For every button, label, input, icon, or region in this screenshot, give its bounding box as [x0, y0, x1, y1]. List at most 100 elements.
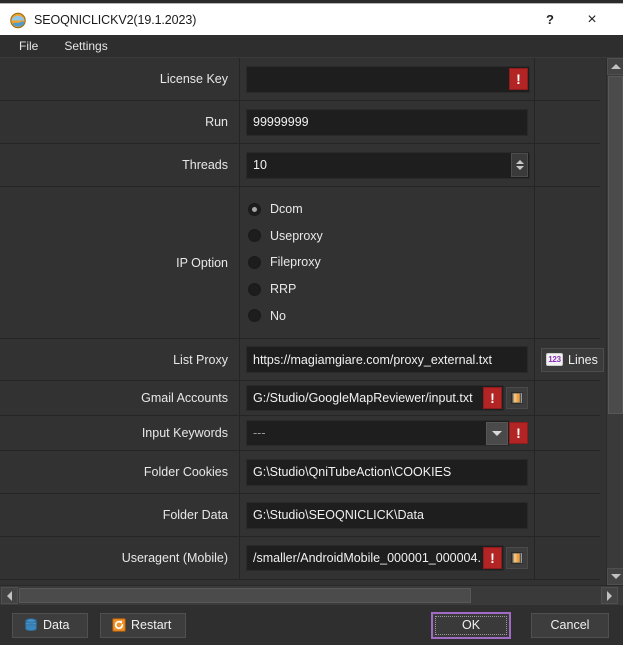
- radio-dot-icon[interactable]: [248, 309, 261, 323]
- label-useragent-mobile: Useragent (Mobile): [0, 537, 240, 579]
- useragent-mobile-browse-button[interactable]: [506, 547, 528, 569]
- input-keywords-select[interactable]: ---: [246, 420, 510, 446]
- useragent-mobile-input[interactable]: /smaller/AndroidMobile_000001_000004.: [246, 545, 504, 571]
- field-input-keywords: --- !: [240, 416, 535, 450]
- radio-label-rrp: RRP: [270, 282, 297, 297]
- threads-stepper[interactable]: [511, 153, 528, 177]
- radio-option-dcom[interactable]: Dcom: [240, 196, 534, 223]
- lines-button-label: Lines: [568, 352, 598, 367]
- lines-button[interactable]: 123 Lines: [541, 347, 604, 372]
- stepper-up-icon[interactable]: [515, 160, 524, 164]
- scroll-right-button[interactable]: [601, 587, 618, 604]
- radio-option-rrp[interactable]: RRP: [240, 276, 534, 303]
- scroll-up-button[interactable]: [607, 58, 623, 75]
- extra-useragent-mobile: [535, 537, 600, 579]
- horizontal-scrollbar[interactable]: [0, 585, 623, 604]
- label-folder-cookies: Folder Cookies: [0, 451, 240, 493]
- application-window: SEOQNICLICKV2(19.1.2023) ? × File Settin…: [0, 0, 623, 645]
- radio-label-fileproxy: Fileproxy: [270, 255, 321, 270]
- triangle-left-icon: [7, 590, 12, 601]
- radio-option-no[interactable]: No: [240, 302, 534, 329]
- data-button-label: Data: [43, 618, 70, 632]
- field-license-key: !: [240, 58, 535, 100]
- label-list-proxy: List Proxy: [0, 339, 240, 380]
- folder-cookies-input[interactable]: G:\Studio\QniTubeAction\COOKIES: [246, 458, 528, 486]
- field-folder-cookies: G:\Studio\QniTubeAction\COOKIES: [240, 451, 535, 493]
- radio-dot-icon[interactable]: [248, 282, 261, 296]
- field-folder-data: G:\Studio\SEOQNICLICK\Data: [240, 494, 535, 536]
- row-run: Run 99999999: [0, 101, 600, 144]
- gmail-accounts-browse-button[interactable]: [506, 387, 528, 409]
- settings-scroll-area: License Key ! Run 99999999 Threads 10 IP…: [0, 58, 623, 585]
- run-input[interactable]: 99999999: [246, 108, 528, 136]
- license-key-input[interactable]: [246, 65, 530, 93]
- label-input-keywords: Input Keywords: [0, 416, 240, 450]
- cancel-button[interactable]: Cancel: [531, 612, 609, 638]
- row-license-key: License Key !: [0, 58, 600, 101]
- extra-input-keywords: [535, 416, 600, 450]
- threads-input[interactable]: 10: [246, 151, 530, 179]
- chevron-down-icon: [492, 430, 502, 436]
- ok-button[interactable]: OK: [431, 611, 511, 639]
- app-globe-icon: [9, 11, 27, 29]
- row-list-proxy: List Proxy https://magiamgiare.com/proxy…: [0, 339, 604, 381]
- gmail-accounts-error-icon: !: [483, 387, 502, 409]
- menu-item-file[interactable]: File: [9, 36, 48, 56]
- restart-button[interactable]: Restart: [100, 612, 186, 638]
- extra-list-proxy: 123 Lines: [535, 339, 604, 380]
- dropdown-toggle-button[interactable]: [486, 421, 508, 445]
- radio-dot-icon[interactable]: [248, 229, 261, 243]
- extra-run: [535, 101, 600, 143]
- settings-grid: License Key ! Run 99999999 Threads 10 IP…: [0, 58, 604, 580]
- scroll-left-button[interactable]: [1, 587, 18, 604]
- scroll-down-button[interactable]: [607, 568, 623, 585]
- menu-bar: File Settings: [0, 35, 623, 58]
- label-folder-data: Folder Data: [0, 494, 240, 536]
- row-ip-option: IP Option Dcom Useproxy Fileproxy RRP No: [0, 187, 600, 339]
- label-ip-option: IP Option: [0, 187, 240, 338]
- radio-label-dcom: Dcom: [270, 202, 303, 217]
- field-list-proxy: https://magiamgiare.com/proxy_external.t…: [240, 339, 535, 380]
- data-button[interactable]: Data: [12, 612, 88, 638]
- field-gmail-accounts: G:/Studio/GoogleMapReviewer/input.txt !: [240, 381, 535, 415]
- row-threads: Threads 10: [0, 144, 600, 187]
- triangle-right-icon: [607, 590, 612, 601]
- label-threads: Threads: [0, 144, 240, 186]
- extra-threads: [535, 144, 600, 186]
- label-license-key: License Key: [0, 58, 240, 100]
- window-title: SEOQNICLICKV2(19.1.2023): [34, 12, 197, 27]
- triangle-down-icon: [610, 574, 621, 579]
- extra-folder-data: [535, 494, 600, 536]
- row-folder-cookies: Folder Cookies G:\Studio\QniTubeAction\C…: [0, 451, 600, 494]
- radio-label-no: No: [270, 308, 286, 323]
- restart-button-label: Restart: [131, 618, 172, 632]
- radio-label-useproxy: Useproxy: [270, 228, 323, 243]
- extra-folder-cookies: [535, 451, 600, 493]
- radio-dot-icon[interactable]: [248, 202, 261, 216]
- folder-data-input[interactable]: G:\Studio\SEOQNICLICK\Data: [246, 501, 528, 529]
- license-key-error-icon: !: [509, 68, 528, 90]
- ok-button-label: OK: [461, 618, 481, 632]
- number-badge-icon: 123: [546, 353, 563, 366]
- menu-item-settings[interactable]: Settings: [54, 36, 117, 56]
- folder-icon: [511, 392, 523, 404]
- extra-gmail-accounts: [535, 381, 600, 415]
- label-gmail-accounts: Gmail Accounts: [0, 381, 240, 415]
- vertical-scroll-thumb[interactable]: [608, 76, 623, 414]
- row-gmail-accounts: Gmail Accounts G:/Studio/GoogleMapReview…: [0, 381, 600, 416]
- horizontal-scroll-thumb[interactable]: [19, 588, 471, 603]
- input-keywords-error-icon: !: [509, 422, 528, 444]
- radio-dot-icon[interactable]: [248, 255, 261, 269]
- useragent-mobile-error-icon: !: [483, 547, 502, 569]
- help-button[interactable]: ?: [529, 5, 571, 35]
- list-proxy-input[interactable]: https://magiamgiare.com/proxy_external.t…: [246, 346, 528, 373]
- vertical-scrollbar[interactable]: [606, 58, 623, 585]
- gmail-accounts-input[interactable]: G:/Studio/GoogleMapReviewer/input.txt: [246, 385, 504, 411]
- radio-option-useproxy[interactable]: Useproxy: [240, 223, 534, 250]
- close-button[interactable]: ×: [571, 5, 613, 35]
- field-ip-option: Dcom Useproxy Fileproxy RRP No: [240, 187, 535, 338]
- radio-option-fileproxy[interactable]: Fileproxy: [240, 249, 534, 276]
- row-input-keywords: Input Keywords --- !: [0, 416, 600, 451]
- label-run: Run: [0, 101, 240, 143]
- stepper-down-icon[interactable]: [515, 166, 524, 170]
